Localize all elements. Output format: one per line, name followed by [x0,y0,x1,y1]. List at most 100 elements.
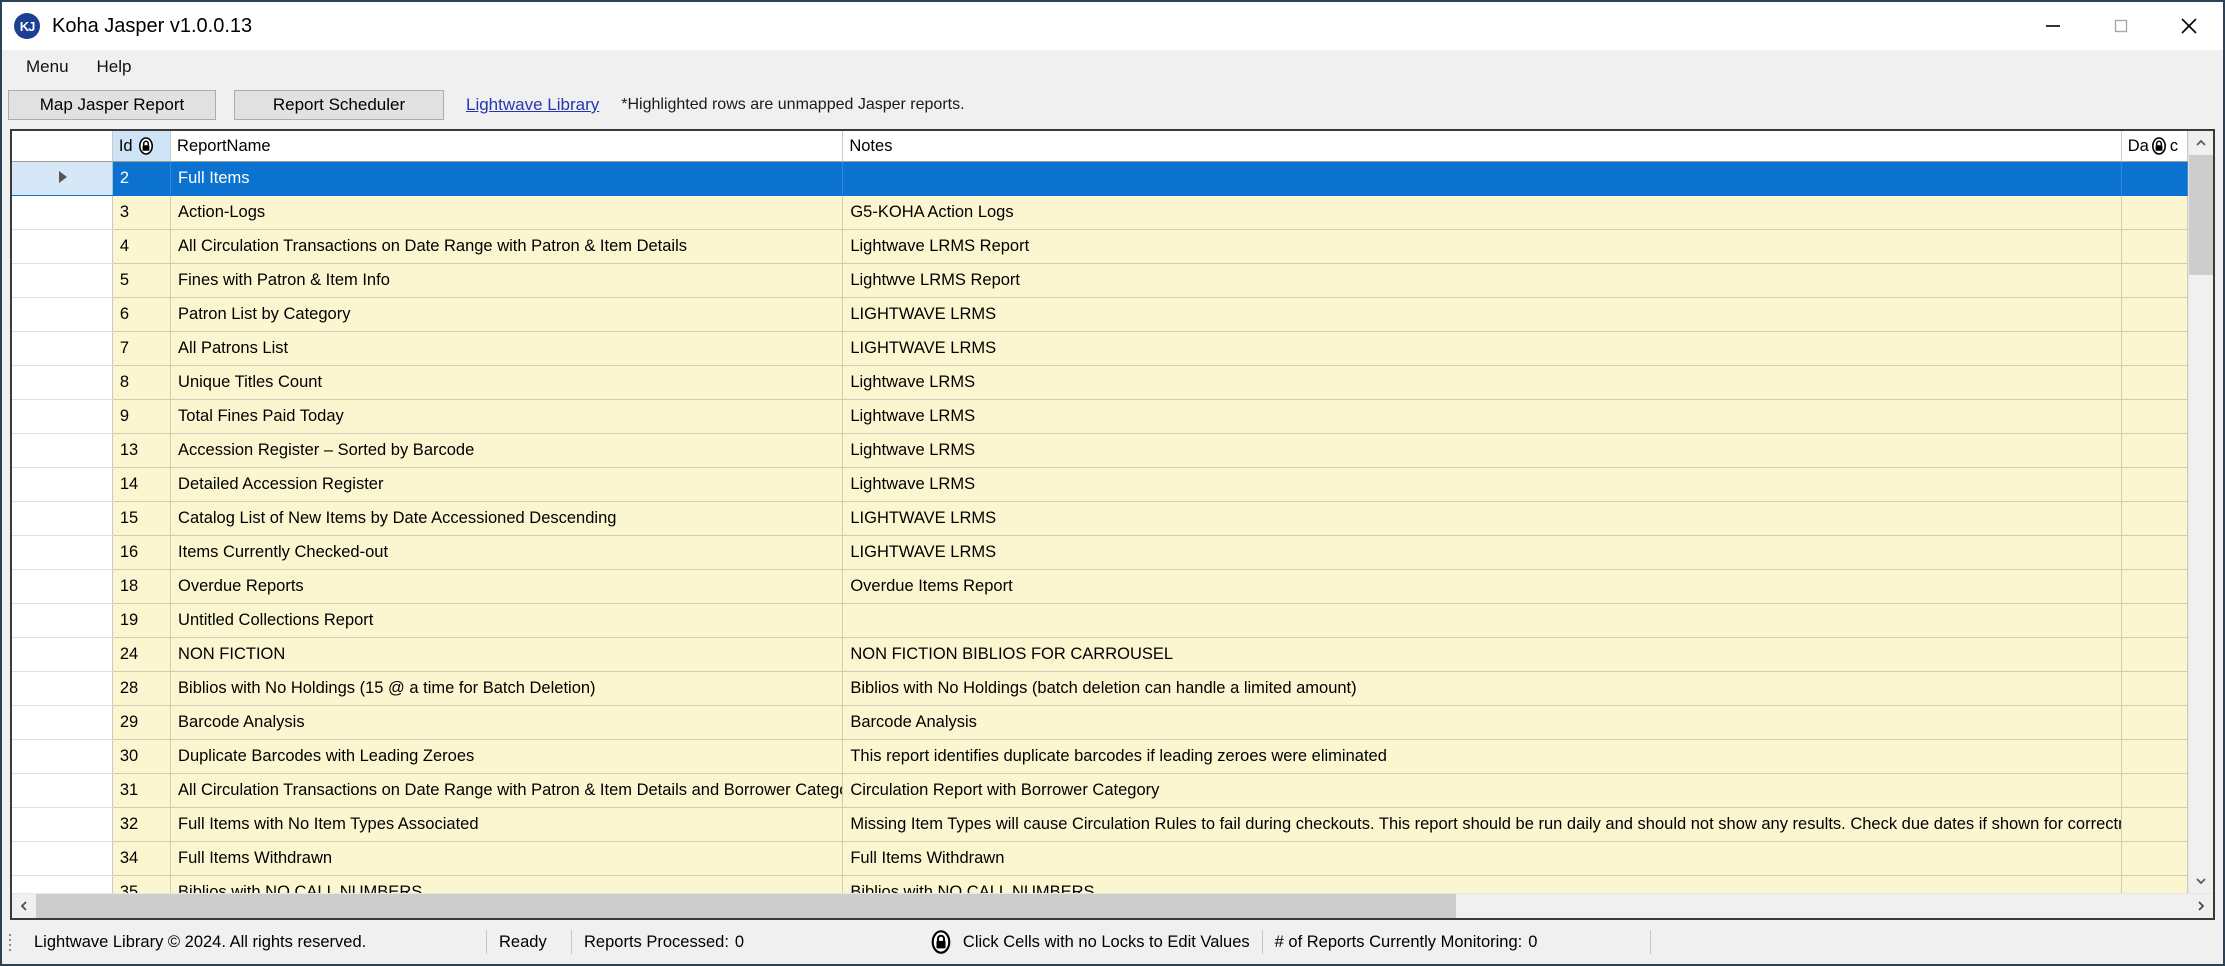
cell-report-name[interactable]: Accession Register – Sorted by Barcode [170,433,844,468]
cell-report-name[interactable]: Biblios with No Holdings (15 @ a time fo… [170,671,844,706]
column-header-id[interactable]: Id [112,131,172,162]
cell-date[interactable] [2121,875,2188,893]
cell-date[interactable] [2121,841,2188,876]
cell-id[interactable]: 4 [112,229,172,264]
cell-id[interactable]: 18 [112,569,172,604]
row-selector-cell[interactable] [12,841,113,876]
report-scheduler-button[interactable]: Report Scheduler [234,90,444,120]
horizontal-scrollbar-thumb[interactable] [36,894,1456,918]
table-row[interactable]: 3 Action-Logs G5-KOHA Action Logs [12,195,2188,230]
cell-id[interactable]: 35 [112,875,172,893]
cell-date[interactable] [2121,365,2188,400]
cell-date[interactable] [2121,263,2188,298]
table-row[interactable]: 35 Biblios with NO CALL NUMBERS Biblios wi… [12,875,2188,893]
table-row[interactable]: 6 Patron List by Category LIGHTWAVE LRMS [12,297,2188,332]
cell-date[interactable] [2121,671,2188,706]
cell-report-name[interactable]: Full Items Withdrawn [170,841,844,876]
cell-id[interactable]: 8 [112,365,172,400]
cell-notes[interactable]: Biblios with No Holdings (batch deletion… [842,671,2122,706]
cell-date[interactable] [2121,637,2188,672]
table-row[interactable]: 29 Barcode Analysis Barcode Analysis [12,705,2188,740]
cell-date[interactable] [2121,501,2188,536]
cell-report-name[interactable]: Untitled Collections Report [170,603,844,638]
cell-notes[interactable]: LIGHTWAVE LRMS [842,501,2122,536]
cell-notes[interactable]: Lightwve LRMS Report [842,263,2122,298]
cell-notes[interactable]: NON FICTION BIBLIOS FOR CARROUSEL [842,637,2122,672]
cell-notes[interactable]: LIGHTWAVE LRMS [842,297,2122,332]
cell-report-name[interactable]: Detailed Accession Register [170,467,844,502]
cell-notes[interactable]: Full Items Withdrawn [842,841,2122,876]
cell-id[interactable]: 30 [112,739,172,774]
cell-notes[interactable]: Missing Item Types will cause Circulatio… [842,807,2122,842]
cell-date[interactable] [2121,773,2188,808]
row-selector-cell[interactable] [12,365,113,400]
cell-id[interactable]: 3 [112,195,172,230]
vertical-scrollbar[interactable] [2188,131,2213,893]
cell-report-name[interactable]: All Circulation Transactions on Date Ran… [170,773,844,808]
table-row[interactable]: 2 Full Items [12,161,2188,196]
table-row[interactable]: 18 Overdue Reports Overdue Items Report [12,569,2188,604]
table-row[interactable]: 13 Accession Register – Sorted by Barcode… [12,433,2188,468]
cell-date[interactable] [2121,195,2188,230]
column-header-report-name[interactable]: ReportName [170,131,844,162]
cell-id[interactable]: 16 [112,535,172,570]
row-selector-cell[interactable] [12,331,113,366]
table-row[interactable]: 19 Untitled Collections Report [12,603,2188,638]
vertical-scrollbar-track[interactable] [2189,275,2213,869]
horizontal-scrollbar-track[interactable] [1456,894,2189,918]
row-selector-cell[interactable] [12,263,113,298]
cell-id[interactable]: 28 [112,671,172,706]
row-selector-cell[interactable] [12,807,113,842]
horizontal-scrollbar[interactable] [12,893,2213,918]
cell-notes[interactable]: LIGHTWAVE LRMS [842,535,2122,570]
cell-date[interactable] [2121,433,2188,468]
cell-id[interactable]: 7 [112,331,172,366]
cell-report-name[interactable]: Total Fines Paid Today [170,399,844,434]
table-row[interactable]: 5 Fines with Patron & Item Info Lightwve L… [12,263,2188,298]
cell-notes[interactable]: Lightwave LRMS [842,365,2122,400]
cell-date[interactable] [2121,399,2188,434]
cell-date[interactable] [2121,603,2188,638]
table-row[interactable]: 15 Catalog List of New Items by Date Acce… [12,501,2188,536]
row-selector-cell[interactable] [12,603,113,638]
scroll-left-button[interactable] [12,894,36,918]
cell-date[interactable] [2121,161,2188,196]
row-selector-cell[interactable] [12,501,113,536]
table-row[interactable]: 4 All Circulation Transactions on Date Ra… [12,229,2188,264]
menu-item-help[interactable]: Help [83,53,146,81]
minimize-button[interactable] [2019,2,2087,50]
table-row[interactable]: 34 Full Items Withdrawn Full Items Withdra… [12,841,2188,876]
row-selector-cell[interactable] [12,433,113,468]
column-header-notes[interactable]: Notes [842,131,2122,162]
scroll-down-button[interactable] [2189,869,2213,893]
row-selector-cell[interactable] [12,297,113,332]
table-row[interactable]: 31 All Circulation Transactions on Date R… [12,773,2188,808]
cell-id[interactable]: 5 [112,263,172,298]
cell-date[interactable] [2121,569,2188,604]
table-row[interactable]: 14 Detailed Accession Register Lightwave L… [12,467,2188,502]
cell-report-name[interactable]: Fines with Patron & Item Info [170,263,844,298]
cell-date[interactable] [2121,535,2188,570]
row-selector-cell[interactable] [12,671,113,706]
cell-report-name[interactable]: NON FICTION [170,637,844,672]
cell-date[interactable] [2121,331,2188,366]
cell-notes[interactable]: This report identifies duplicate barcode… [842,739,2122,774]
lightwave-library-link[interactable]: Lightwave Library [466,95,599,115]
table-row[interactable]: 8 Unique Titles Count Lightwave LRMS [12,365,2188,400]
cell-id[interactable]: 6 [112,297,172,332]
table-row[interactable]: 16 Items Currently Checked-out LIGHTWAVE L… [12,535,2188,570]
cell-id[interactable]: 14 [112,467,172,502]
table-row[interactable]: 9 Total Fines Paid Today Lightwave LRMS [12,399,2188,434]
cell-id[interactable]: 15 [112,501,172,536]
row-selector-cell[interactable] [12,875,113,893]
cell-id[interactable]: 29 [112,705,172,740]
cell-report-name[interactable]: Duplicate Barcodes with Leading Zeroes [170,739,844,774]
cell-report-name[interactable]: All Patrons List [170,331,844,366]
cell-date[interactable] [2121,739,2188,774]
cell-notes[interactable]: LIGHTWAVE LRMS [842,331,2122,366]
cell-report-name[interactable]: Overdue Reports [170,569,844,604]
menu-item-menu[interactable]: Menu [12,53,83,81]
cell-notes[interactable]: Biblios with NO CALL NUMBERS [842,875,2122,893]
row-selector-cell[interactable] [12,467,113,502]
cell-notes[interactable]: Lightwave LRMS [842,399,2122,434]
